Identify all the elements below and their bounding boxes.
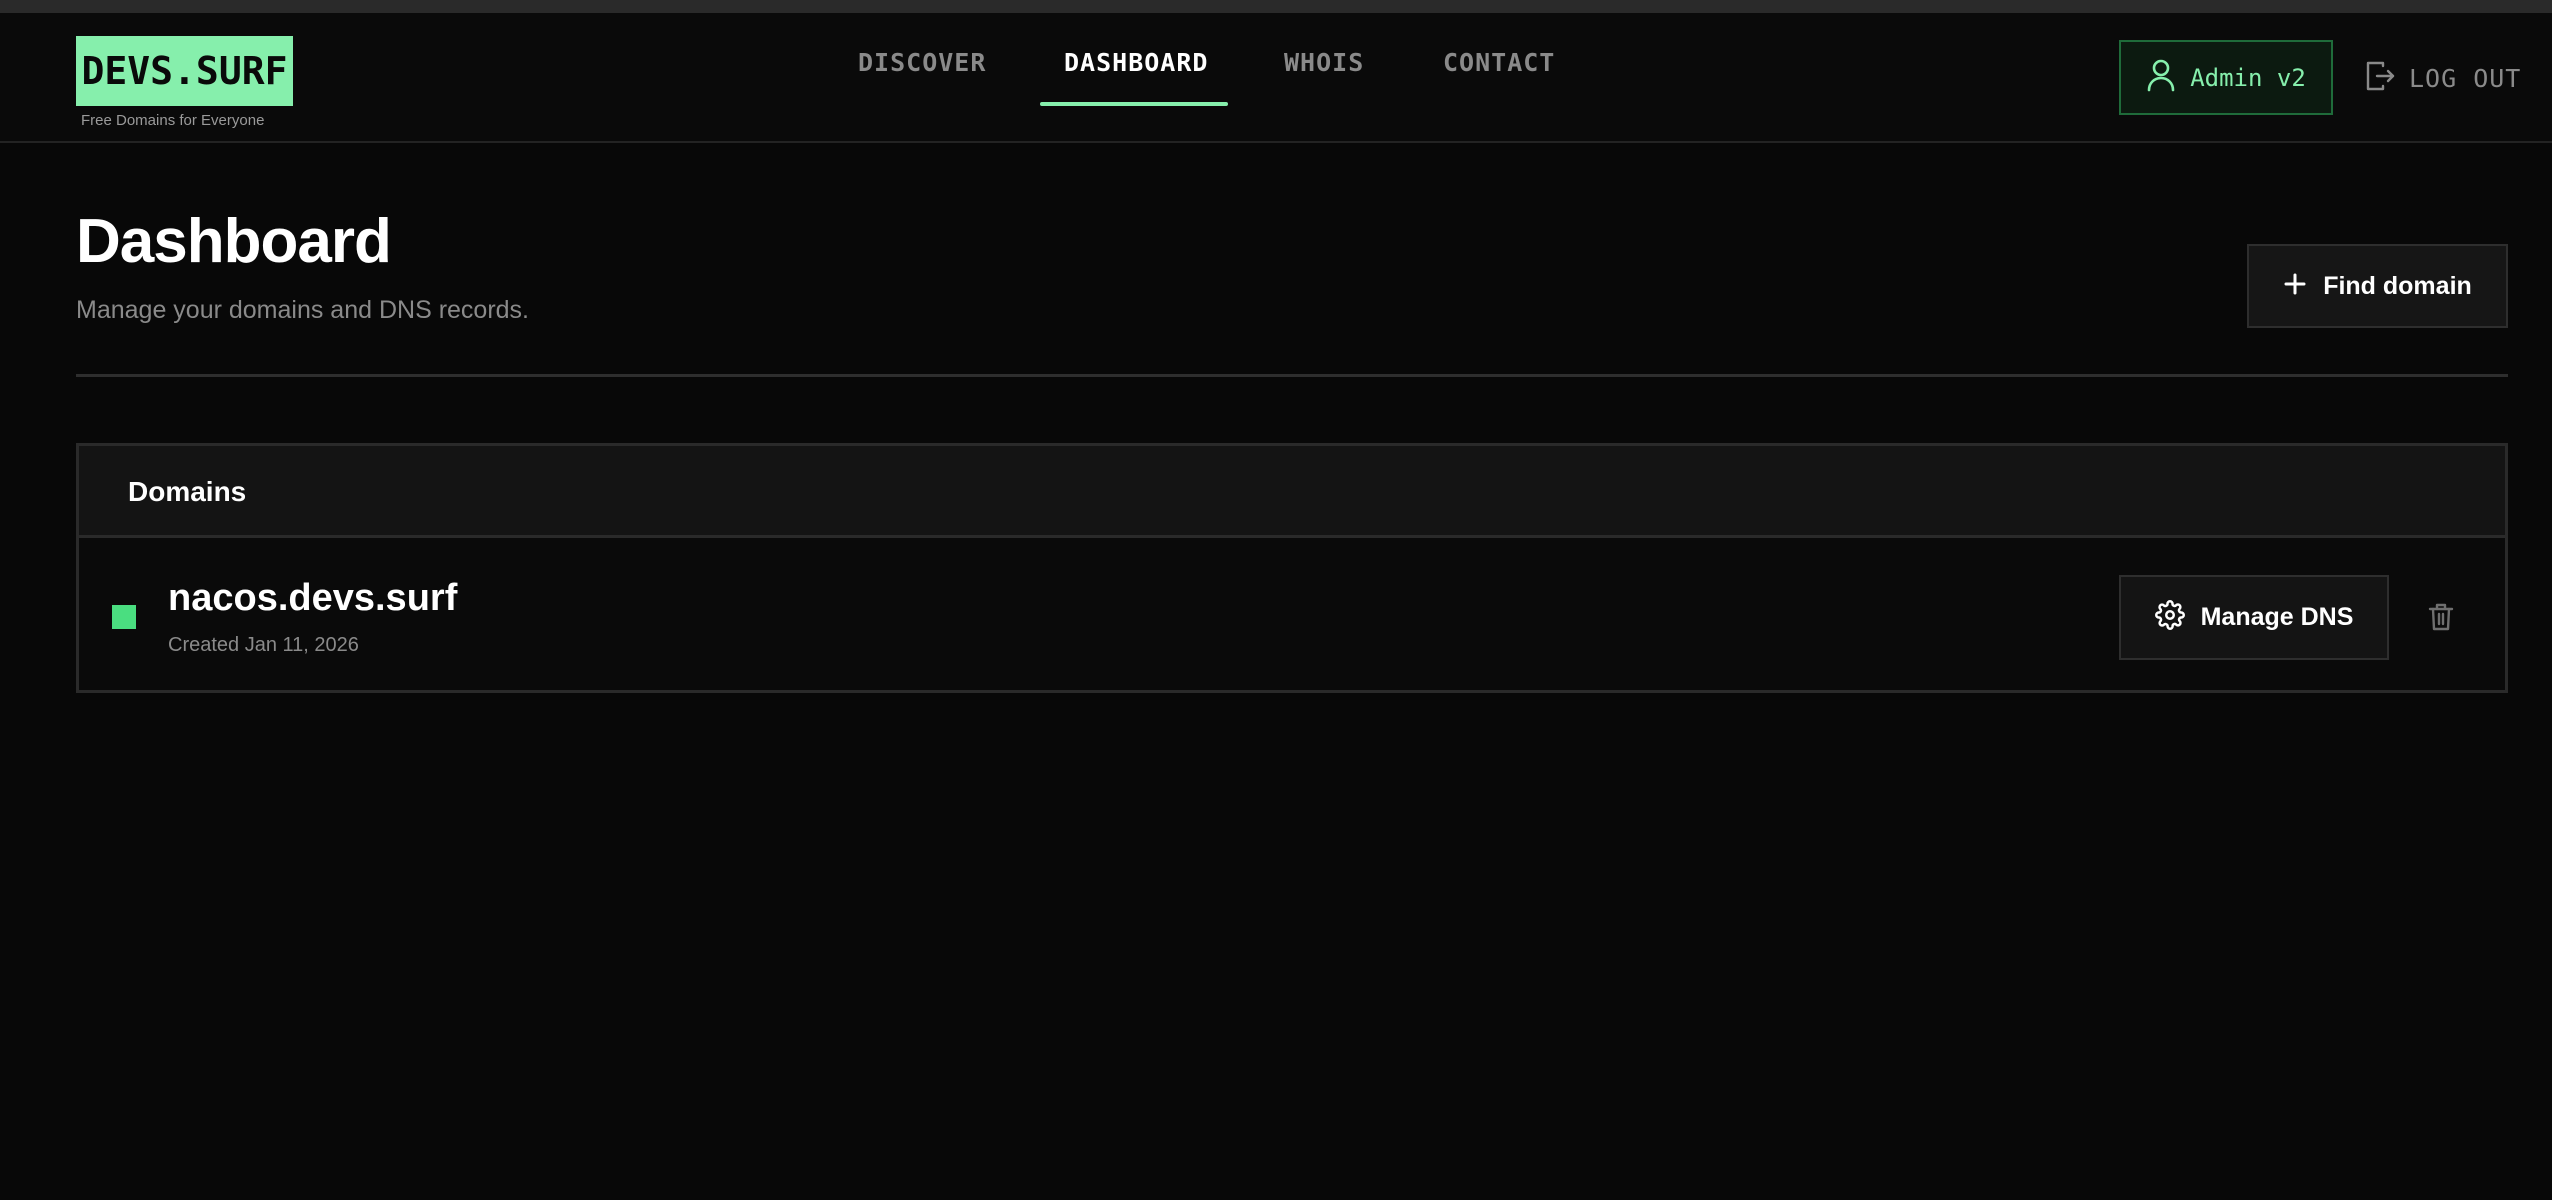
logout-button[interactable]: LOG OUT xyxy=(2365,60,2521,96)
page-subtitle: Manage your domains and DNS records. xyxy=(76,296,530,324)
nav-discover[interactable]: DISCOVER xyxy=(858,48,986,77)
domains-panel: Domains nacos.devs.surf Created Jan 11, … xyxy=(76,443,2508,693)
plus-icon xyxy=(2283,272,2307,301)
window-top-strip xyxy=(0,0,2552,13)
manage-dns-button[interactable]: Manage DNS xyxy=(2119,575,2389,660)
find-domain-button[interactable]: Find domain xyxy=(2247,244,2508,328)
logout-icon xyxy=(2365,60,2395,97)
domain-created-date: Created Jan 11, 2026 xyxy=(168,634,359,656)
user-icon xyxy=(2146,58,2176,97)
user-name: Admin v2 xyxy=(2190,63,2306,92)
nav-dashboard[interactable]: DASHBOARD xyxy=(1064,48,1208,77)
logout-label: LOG OUT xyxy=(2409,63,2522,93)
domain-row[interactable]: nacos.devs.surf Created Jan 11, 2026 Man… xyxy=(79,541,2505,690)
nav-contact[interactable]: CONTACT xyxy=(1443,48,1555,77)
section-divider xyxy=(76,374,2508,377)
user-menu-button[interactable]: Admin v2 xyxy=(2119,40,2333,115)
page-title: Dashboard xyxy=(76,207,392,276)
nav-active-indicator xyxy=(1040,102,1228,106)
trash-icon[interactable] xyxy=(2421,597,2461,637)
manage-dns-label: Manage DNS xyxy=(2200,603,2354,631)
find-domain-label: Find domain xyxy=(2323,271,2472,300)
nav-whois[interactable]: WHOIS xyxy=(1284,48,1364,77)
domains-panel-title: Domains xyxy=(128,476,247,507)
gear-icon xyxy=(2154,600,2185,635)
domain-name[interactable]: nacos.devs.surf xyxy=(168,577,457,620)
status-indicator xyxy=(112,605,136,629)
site-header: DEVS.SURF Free Domains for Everyone DISC… xyxy=(0,13,2552,143)
logo-tagline: Free Domains for Everyone xyxy=(81,112,265,129)
domains-panel-header: Domains xyxy=(79,446,2505,538)
